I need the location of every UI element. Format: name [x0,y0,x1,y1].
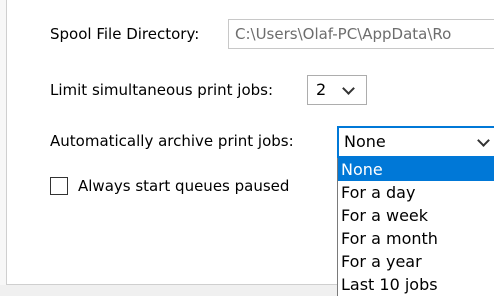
limit-jobs-value: 2 [316,80,327,99]
start-paused-label[interactable]: Always start queues paused [78,176,289,196]
dropdown-option-day[interactable]: For a day [338,181,494,204]
chevron-down-icon [477,134,490,147]
archive-jobs-select[interactable]: None [337,126,494,158]
limit-jobs-select[interactable]: 2 [307,75,367,105]
archive-dropdown-list: None For a day For a week For a month Fo… [337,158,494,296]
limit-jobs-label: Limit simultaneous print jobs: [50,81,274,99]
dropdown-option-year[interactable]: For a year [338,250,494,273]
archive-jobs-label: Automatically archive print jobs: [50,132,294,150]
spool-directory-label: Spool File Directory: [50,25,200,43]
dropdown-option-none[interactable]: None [338,158,494,181]
dropdown-option-month[interactable]: For a month [338,227,494,250]
chevron-down-icon [342,82,355,95]
archive-jobs-value: None [344,132,386,151]
start-paused-checkbox[interactable] [50,177,68,195]
spool-directory-field[interactable]: C:\Users\Olaf-PC\AppData\Ro [228,19,494,49]
dropdown-option-week[interactable]: For a week [338,204,494,227]
dropdown-option-last-10[interactable]: Last 10 jobs [338,273,494,296]
